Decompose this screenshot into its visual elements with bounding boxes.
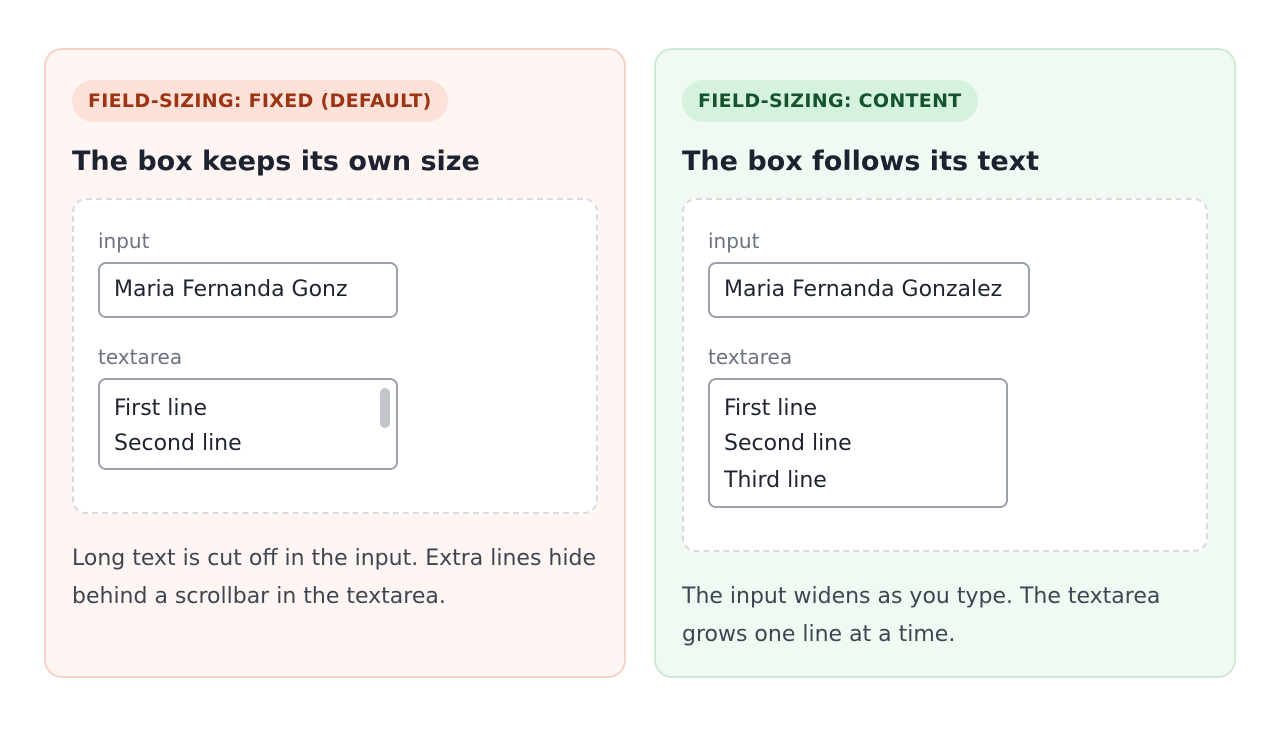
comparison-page: FIELD-SIZING: FIXED (DEFAULT) The box ke… — [0, 0, 1280, 730]
fixed-sizing-badge: FIELD-SIZING: FIXED (DEFAULT) — [72, 80, 448, 122]
content-textarea-line-3: Third line — [724, 468, 827, 493]
fixed-textarea-label: textarea — [98, 345, 183, 369]
fixed-demo-area: input Maria Fernanda Gonz textarea First… — [72, 198, 598, 514]
content-demo-area: input Maria Fernanda Gonzalez textarea F… — [682, 198, 1208, 552]
content-panel-heading: The box follows its text — [682, 146, 1039, 177]
textarea-scrollbar-thumb[interactable] — [380, 388, 390, 428]
fixed-textarea-line-2: Second line — [114, 431, 242, 456]
content-text-input[interactable]: Maria Fernanda Gonzalez — [708, 262, 1030, 318]
content-sizing-badge: FIELD-SIZING: CONTENT — [682, 80, 978, 122]
fixed-panel-description: Long text is cut off in the input. Extra… — [72, 546, 596, 609]
content-textarea[interactable]: First line Second line Third line — [708, 378, 1008, 508]
fixed-input-label: input — [98, 229, 150, 253]
content-textarea-line-2: Second line — [724, 431, 852, 456]
content-textarea-line-1: First line — [724, 396, 817, 421]
content-input-label: input — [708, 229, 760, 253]
fixed-panel-heading: The box keeps its own size — [72, 146, 480, 177]
fixed-text-input[interactable]: Maria Fernanda Gonz — [98, 262, 398, 318]
content-textarea-label: textarea — [708, 345, 793, 369]
content-sizing-panel: FIELD-SIZING: CONTENT The box follows it… — [654, 48, 1236, 678]
fixed-textarea-line-1: First line — [114, 396, 207, 421]
content-panel-description: The input widens as you type. The textar… — [682, 584, 1161, 647]
fixed-textarea[interactable]: First line Second line — [98, 378, 398, 470]
fixed-sizing-panel: FIELD-SIZING: FIXED (DEFAULT) The box ke… — [44, 48, 626, 678]
